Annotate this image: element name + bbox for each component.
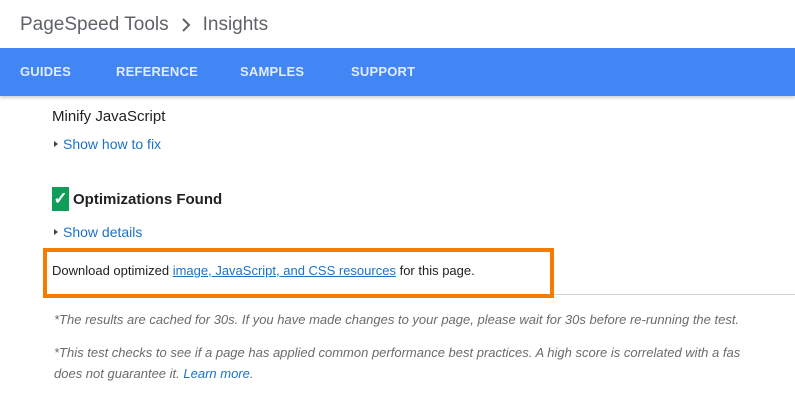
download-optimized-line: Download optimized image, JavaScript, an… [52, 263, 475, 278]
top-nav-bar: GUIDES REFERENCE SAMPLES SUPPORT [0, 48, 795, 96]
expand-triangle-icon [54, 229, 58, 235]
check-mark-icon: ✓ [52, 187, 69, 211]
nav-item-support[interactable]: SUPPORT [351, 48, 415, 96]
download-prefix: Download optimized [52, 263, 173, 278]
show-how-to-fix-label[interactable]: Show how to fix [63, 136, 161, 152]
nav-item-samples[interactable]: SAMPLES [240, 48, 304, 96]
optimizations-found-label: Optimizations Found [73, 190, 223, 208]
breadcrumb: PageSpeed Tools Insights [20, 10, 268, 40]
nav-item-guides[interactable]: GUIDES [20, 48, 71, 96]
test-note-line2-text: does not guarantee it. [54, 366, 184, 381]
show-details-toggle[interactable]: Show details [54, 224, 142, 240]
nav-item-reference[interactable]: REFERENCE [116, 48, 198, 96]
show-how-to-fix-toggle[interactable]: Show how to fix [54, 136, 161, 152]
download-suffix: for this page. [395, 263, 475, 278]
download-resources-link[interactable]: image, JavaScript, and CSS resources [173, 263, 396, 278]
learn-more-period: . [249, 366, 254, 381]
test-note-line2: does not guarantee it. Learn more. [54, 366, 253, 381]
expand-triangle-icon [54, 141, 58, 147]
breadcrumb-current[interactable]: Insights [203, 14, 268, 36]
breadcrumb-root[interactable]: PageSpeed Tools [20, 14, 169, 36]
learn-more-link[interactable]: Learn more [183, 366, 249, 381]
show-details-label[interactable]: Show details [63, 224, 142, 240]
rule-title: Minify JavaScript [52, 108, 166, 125]
test-note-line1: *This test checks to see if a page has a… [54, 345, 741, 360]
cache-note: *The results are cached for 30s. If you … [54, 312, 740, 327]
optimizations-found-heading: ✓ Optimizations Found [52, 187, 222, 211]
chevron-right-icon [181, 18, 191, 32]
